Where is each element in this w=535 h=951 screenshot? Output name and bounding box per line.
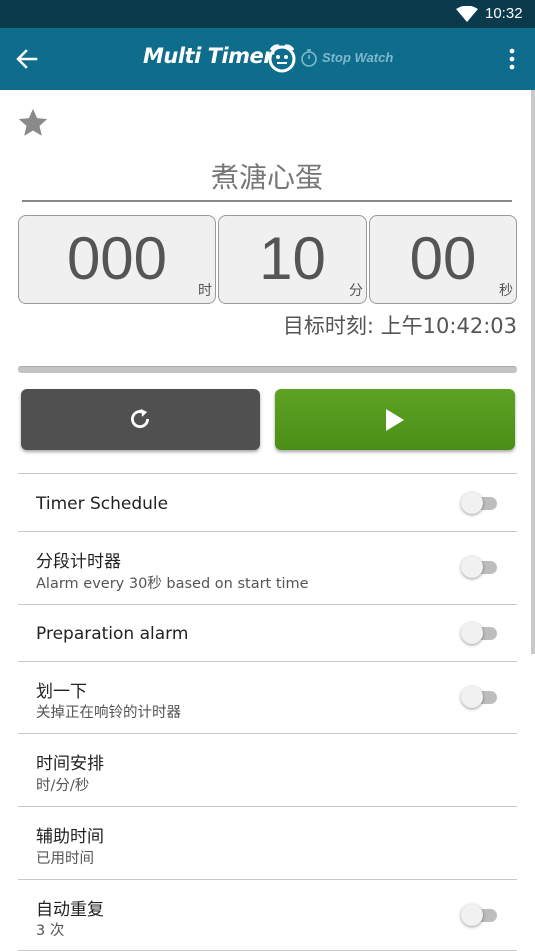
reset-button[interactable] bbox=[21, 389, 260, 450]
setting-timer-schedule[interactable]: Timer Schedule bbox=[18, 473, 517, 531]
setting-title: Preparation alarm bbox=[36, 624, 189, 644]
setting-subtitle: 关掉正在响铃的计时器 bbox=[36, 705, 181, 721]
star-icon[interactable] bbox=[16, 106, 50, 140]
setting-subtitle: 已用时间 bbox=[36, 851, 94, 867]
setting-subtitle: 时/分/秒 bbox=[36, 778, 90, 794]
wifi-icon bbox=[456, 6, 478, 22]
minutes-value: 10 bbox=[259, 225, 326, 292]
minutes-unit: 分 bbox=[349, 283, 363, 299]
setting-auto-repeat[interactable]: 自动重复 3 次 bbox=[18, 879, 517, 951]
interval-timer-toggle[interactable] bbox=[461, 556, 497, 578]
setting-title: 分段计时器 bbox=[36, 552, 121, 572]
progress-bar bbox=[18, 366, 517, 373]
target-time: 目标时刻: 上午10:42:03 bbox=[282, 314, 517, 338]
setting-preparation-alarm[interactable]: Preparation alarm bbox=[18, 604, 517, 661]
refresh-icon bbox=[131, 408, 149, 429]
swipe-toggle[interactable] bbox=[461, 686, 497, 708]
stopwatch-icon[interactable] bbox=[300, 48, 318, 68]
setting-title: 辅助时间 bbox=[36, 827, 104, 847]
timer-schedule-toggle[interactable] bbox=[461, 492, 497, 514]
preparation-alarm-toggle[interactable] bbox=[461, 622, 497, 644]
minutes-field[interactable]: 10 分 bbox=[218, 215, 367, 304]
app-title: Multi Timer bbox=[143, 44, 274, 68]
start-button[interactable] bbox=[275, 389, 515, 450]
hours-unit: 时 bbox=[198, 283, 212, 299]
more-vert-icon[interactable] bbox=[505, 47, 519, 71]
setting-title: Timer Schedule bbox=[36, 494, 169, 514]
app-bar: Multi Timer Stop Watch bbox=[0, 28, 535, 90]
hours-field[interactable]: 000 时 bbox=[18, 215, 216, 304]
hours-value: 000 bbox=[66, 225, 168, 292]
setting-title: 自动重复 bbox=[36, 900, 104, 920]
timer-name-field[interactable]: 煮溏心蛋 bbox=[22, 158, 512, 202]
setting-auxiliary-time[interactable]: 辅助时间 已用时间 bbox=[18, 806, 517, 879]
setting-swipe[interactable]: 划一下 关掉正在响铃的计时器 bbox=[18, 661, 517, 733]
scrollbar[interactable] bbox=[531, 90, 535, 654]
auto-repeat-toggle[interactable] bbox=[461, 904, 497, 926]
setting-interval-timer[interactable]: 分段计时器 Alarm every 30秒 based on start tim… bbox=[18, 531, 517, 604]
play-icon bbox=[386, 409, 404, 431]
status-bar: 10:32 bbox=[0, 0, 535, 28]
seconds-unit: 秒 bbox=[499, 283, 513, 299]
setting-title: 时间安排 bbox=[36, 754, 104, 774]
setting-subtitle: Alarm every 30秒 based on start time bbox=[36, 576, 309, 592]
stopwatch-label[interactable]: Stop Watch bbox=[322, 50, 393, 65]
setting-title: 划一下 bbox=[36, 682, 87, 702]
timer-logo-icon bbox=[268, 44, 296, 73]
seconds-field[interactable]: 00 秒 bbox=[369, 215, 517, 304]
status-time: 10:32 bbox=[485, 5, 523, 22]
arrow-left-icon[interactable] bbox=[14, 47, 40, 71]
seconds-value: 00 bbox=[409, 225, 477, 292]
setting-subtitle: 3 次 bbox=[36, 923, 65, 939]
setting-time-format[interactable]: 时间安排 时/分/秒 bbox=[18, 733, 517, 806]
